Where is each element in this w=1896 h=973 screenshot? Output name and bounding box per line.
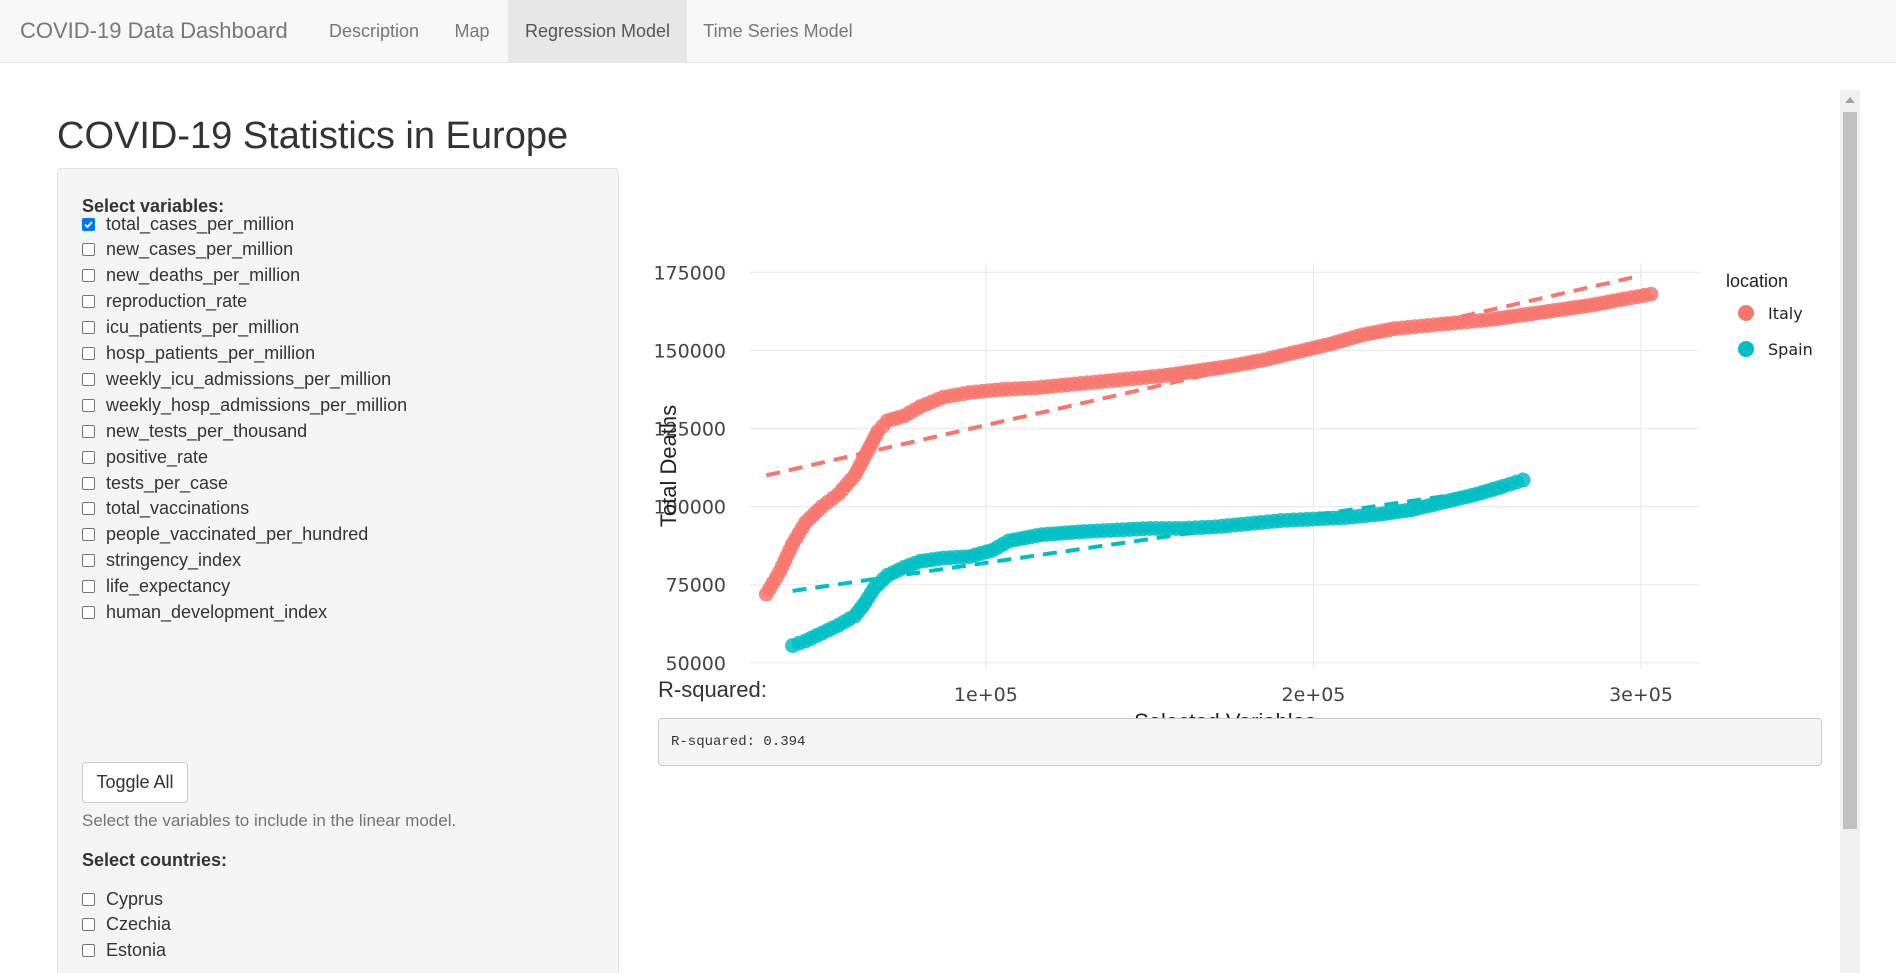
variable-checkbox[interactable] — [82, 502, 95, 516]
country-checkbox-label: Czechia — [106, 914, 172, 935]
variable-checkbox-row[interactable]: weekly_hosp_admissions_per_million — [82, 393, 407, 417]
variable-checkbox[interactable] — [82, 295, 95, 309]
variable-checkbox[interactable] — [82, 476, 95, 490]
variable-checkbox-label: hosp_patients_per_million — [106, 343, 316, 363]
series-spain[interactable] — [785, 472, 1531, 654]
y-tick-label: 175000 — [653, 262, 726, 284]
series-italy[interactable] — [758, 273, 1659, 602]
tab-regression-model[interactable]: Regression Model — [508, 0, 687, 63]
country-checkbox-label: Cyprus — [106, 888, 164, 909]
variable-checkbox[interactable] — [82, 424, 95, 438]
check-icon — [84, 220, 93, 228]
variable-checkbox-row[interactable]: weekly_icu_admissions_per_million — [82, 367, 391, 391]
variable-checkbox-label: weekly_icu_admissions_per_million — [106, 368, 392, 389]
variable-checkbox-row[interactable]: stringency_index — [82, 549, 241, 573]
navbar-brand[interactable]: COVID-19 Data Dashboard — [20, 0, 288, 63]
legend-marker — [1738, 305, 1754, 321]
data-point[interactable] — [1643, 286, 1659, 302]
country-checkbox[interactable] — [82, 918, 95, 932]
country-checkbox-row[interactable]: Czechia — [82, 913, 171, 937]
variable-checkbox-label: new_tests_per_thousand — [106, 420, 308, 441]
y-tick-label: 150000 — [653, 340, 726, 362]
help-text: Select the variables to include in the l… — [82, 811, 457, 830]
regression-fit-line — [765, 273, 1642, 478]
plot-legend[interactable]: location Italy Spain — [1726, 271, 1813, 359]
regression-scatter-plot[interactable]: 5000075000100000125000150000175000 1e+05… — [640, 193, 1820, 743]
main-content: COVID-19 Statistics in Europe Select var… — [0, 63, 1896, 973]
variable-checkbox-row[interactable]: people_vaccinated_per_hundred — [82, 523, 368, 547]
variable-checkbox[interactable] — [82, 580, 95, 594]
legend-label: Italy — [1768, 304, 1803, 323]
plot-series — [758, 273, 1659, 654]
variable-checkbox[interactable] — [82, 528, 95, 542]
variable-checkbox-row[interactable]: new_deaths_per_million — [82, 264, 300, 288]
country-checkbox[interactable] — [82, 892, 95, 906]
variable-checkbox-label: stringency_index — [106, 550, 242, 571]
variable-checkbox[interactable] — [82, 217, 95, 231]
variable-checkbox-label: new_deaths_per_million — [106, 265, 301, 286]
variable-checkbox-row[interactable]: new_cases_per_million — [82, 238, 293, 262]
variable-checkbox-row[interactable]: icu_patients_per_million — [82, 316, 299, 340]
variable-checkbox-row[interactable]: tests_per_case — [82, 471, 228, 495]
variable-checkbox-row[interactable]: new_tests_per_thousand — [82, 419, 307, 443]
variable-checkbox-row[interactable]: positive_rate — [82, 445, 208, 469]
x-tick-label: 3e+05 — [1609, 684, 1673, 706]
variable-checkbox-row[interactable]: total_cases_per_million — [82, 212, 294, 236]
variable-checkbox[interactable] — [82, 554, 95, 568]
variable-checkbox-label: people_vaccinated_per_hundred — [106, 524, 369, 545]
variable-checkbox[interactable] — [82, 243, 95, 257]
chevron-up-icon[interactable] — [1840, 90, 1860, 110]
country-checkbox[interactable] — [82, 944, 95, 958]
sidebar-panel: Select variables: total_cases_per_millio… — [57, 168, 619, 973]
variable-checkbox-label: reproduction_rate — [106, 291, 248, 312]
variable-checkbox[interactable] — [82, 347, 95, 360]
country-checkbox-label: Estonia — [106, 940, 167, 961]
variable-checkbox-label: weekly_hosp_admissions_per_million — [106, 394, 408, 415]
navbar: COVID-19 Data Dashboard Description Map … — [0, 0, 1896, 63]
y-axis-label: Total Deaths — [656, 405, 681, 527]
x-tick-label: 2e+05 — [1282, 684, 1346, 706]
variable-checkbox-row[interactable]: total_vaccinations — [82, 497, 249, 521]
legend-title: location — [1726, 271, 1788, 291]
legend-marker — [1738, 341, 1754, 357]
variable-checkbox-label: icu_patients_per_million — [106, 317, 300, 338]
tab-description[interactable]: Description — [314, 0, 434, 63]
variable-checkbox[interactable] — [82, 269, 95, 283]
variable-checkbox[interactable] — [82, 398, 95, 412]
variable-checkbox-row[interactable]: reproduction_rate — [82, 290, 247, 314]
scrollbar-thumb[interactable] — [1843, 112, 1857, 829]
variable-checkbox[interactable] — [82, 321, 95, 335]
variable-checkbox-row[interactable]: human_development_index — [82, 601, 327, 625]
y-tick-label: 50000 — [666, 653, 726, 675]
plot-grid — [750, 263, 1700, 669]
variable-checkbox-label: total_cases_per_million — [106, 213, 295, 234]
r-squared-output: R-squared: 0.394 — [658, 718, 1822, 766]
legend-item-spain[interactable]: Spain — [1738, 340, 1813, 359]
country-checkbox-row[interactable]: Estonia — [82, 939, 166, 963]
variable-checkbox-row[interactable]: life_expectancy — [82, 575, 230, 599]
variable-checkbox[interactable] — [82, 606, 95, 619]
tab-time-series-model[interactable]: Time Series Model — [687, 0, 869, 63]
r-squared-label: R-squared: — [658, 677, 767, 702]
legend-item-italy[interactable]: Italy — [1738, 304, 1803, 323]
toggle-all-button[interactable]: Toggle All — [82, 762, 188, 803]
variable-checkbox-label: human_development_index — [106, 602, 328, 622]
variable-checkbox[interactable] — [82, 372, 95, 386]
country-checkbox-row[interactable]: Cyprus — [82, 887, 163, 911]
x-axis-ticks: 1e+05 2e+05 3e+05 — [954, 684, 1673, 706]
variable-checkbox-row[interactable]: hosp_patients_per_million — [82, 342, 315, 366]
variable-checkbox-label: tests_per_case — [106, 472, 229, 493]
variable-checkbox-label: life_expectancy — [106, 576, 231, 597]
tab-map[interactable]: Map — [434, 0, 510, 63]
legend-label: Spain — [1768, 340, 1813, 359]
page-title: COVID-19 Statistics in Europe — [57, 115, 569, 157]
variable-checkbox-label: total_vaccinations — [106, 498, 250, 519]
variable-checkbox[interactable] — [82, 450, 95, 464]
x-tick-label: 1e+05 — [954, 684, 1018, 706]
variable-checkbox-label: new_cases_per_million — [106, 239, 294, 260]
variable-checkbox-label: positive_rate — [106, 446, 209, 467]
page-scrollbar[interactable] — [1840, 90, 1860, 973]
countries-label: Select countries: — [82, 850, 228, 870]
y-tick-label: 75000 — [666, 575, 726, 597]
